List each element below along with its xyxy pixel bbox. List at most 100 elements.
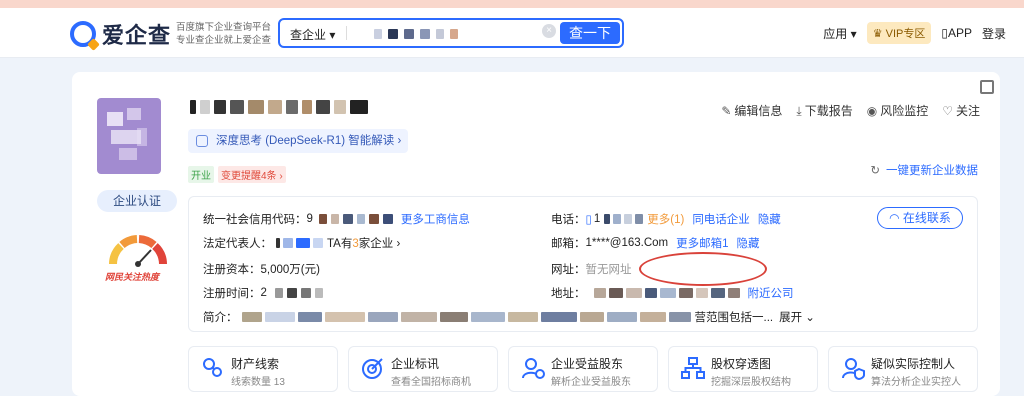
refresh-data-button[interactable]: ↻ 一键更新企业数据 <box>870 162 978 178</box>
reg-date-redacted <box>274 288 323 298</box>
company-card: 企业认证 网民关注热度 深度思考 (DeepSeek-R1) 智能解读 › 开业… <box>72 72 1000 396</box>
follow-button[interactable]: ♡ 关注 <box>942 102 980 119</box>
headset-icon: ◠ <box>889 211 900 225</box>
apps-menu[interactable]: 应用 ▾ <box>823 25 856 42</box>
legal-rep-prefix: TA有 <box>327 238 353 250</box>
monitor-label: 风险监控 <box>880 104 929 118</box>
phone-redacted <box>604 214 644 224</box>
feature-beneficial-owners[interactable]: 企业受益股东 解析企业受益股东 <box>508 346 658 392</box>
download-report-button[interactable]: ⤓ 下载报告 <box>796 102 852 119</box>
feature-title: 股权穿透图 <box>711 357 772 371</box>
enterprise-auth-button[interactable]: 企业认证 <box>97 190 177 212</box>
chevron-right-icon: › <box>396 238 401 250</box>
follow-label: 关注 <box>955 104 980 118</box>
header-right: 应用 ▾ ♛ VIP专区 ▯APP 登录 <box>823 22 1006 44</box>
search-divider <box>346 26 347 40</box>
company-logo <box>97 98 161 174</box>
apps-label: 应用 <box>823 26 848 41</box>
property-clue-icon <box>203 358 222 377</box>
phone-more-link[interactable]: 更多(1) <box>647 211 684 227</box>
feature-subtitle: 算法分析企业实控人 <box>871 377 961 388</box>
capital-label: 注册资本： <box>203 264 261 276</box>
expand-button[interactable]: 展开 ⌄ <box>779 309 815 325</box>
feature-subtitle: 查看全国招标商机 <box>391 377 471 388</box>
feature-subtitle: 解析企业受益股东 <box>551 377 631 388</box>
header: 爱企查 百度旗下企业查询平台 专业查企业就上爱企查 查企业 ▾ × 查一下 应用… <box>0 8 1024 58</box>
feature-equity-penetration[interactable]: 股权穿透图 挖掘深层股权结构 <box>668 346 818 392</box>
email-value: 1****@163.Com <box>585 237 669 249</box>
reg-date-value: 2 <box>260 287 267 299</box>
deepseek-label: 深度思考 (DeepSeek-R1) 智能解读 <box>216 135 395 147</box>
org-chart-icon <box>681 357 705 379</box>
qrcode-icon[interactable] <box>980 80 994 94</box>
user-icon <box>522 358 545 379</box>
slogan-line-2: 专业查企业就上爱企查 <box>176 35 272 46</box>
deepseek-analysis-link[interactable]: 深度思考 (DeepSeek-R1) 智能解读 › <box>188 129 408 153</box>
reg-date-label: 注册时间： <box>203 288 261 300</box>
nearby-companies-link[interactable]: 附近公司 <box>748 285 794 301</box>
website-row: 网址： 暂无网址 <box>551 261 632 277</box>
legal-rep-redacted <box>276 238 323 248</box>
phone-icon: ▯ <box>941 26 948 40</box>
same-phone-companies-link[interactable]: 同电话企业 <box>692 211 750 227</box>
feature-subtitle: 挖掘深层股权结构 <box>711 377 791 388</box>
search-type-select[interactable]: 查企业 ▾ <box>290 26 335 43</box>
email-label: 邮箱： <box>551 238 586 250</box>
shield-user-icon <box>842 358 865 380</box>
app-label: APP <box>947 26 972 40</box>
search-type-label: 查企业 <box>290 28 327 42</box>
vip-button[interactable]: ♛ VIP专区 <box>866 22 932 44</box>
reg-date-row: 注册时间： 2 <box>203 285 323 301</box>
credit-code-row: 统一社会信用代码： 9 更多工商信息 <box>203 211 470 227</box>
phone-label: 电话： <box>551 214 586 226</box>
intro-row: 简介： 营范围包括一... 展开 ⌄ <box>203 309 815 325</box>
feature-actual-controller[interactable]: 疑似实际控制人 算法分析企业实控人 <box>828 346 978 392</box>
slogan-line-1: 百度旗下企业查询平台 <box>176 22 272 33</box>
edit-icon: ✎ <box>721 104 732 118</box>
feature-subtitle: 线索数量 13 <box>231 377 285 388</box>
intro-redacted <box>241 312 691 322</box>
chevron-down-icon: ⌄ <box>805 312 815 324</box>
change-reminder-label: 变更提醒4条 <box>221 171 277 182</box>
clear-icon[interactable]: × <box>542 24 556 38</box>
chevron-down-icon: ▾ <box>329 28 336 42</box>
risk-monitor-button[interactable]: ◉ 风险监控 <box>867 102 929 119</box>
email-row: 邮箱： 1****@163.Com 更多邮箱1 隐藏 <box>551 235 760 251</box>
address-row: 地址： 附近公司 <box>551 285 794 301</box>
legal-rep-summary[interactable]: TA有3家企业 › <box>327 235 400 251</box>
heart-icon: ♡ <box>942 104 953 118</box>
credit-code-label: 统一社会信用代码： <box>203 214 307 226</box>
search-button[interactable]: 查一下 <box>560 22 620 44</box>
more-email-link[interactable]: 更多邮箱1 <box>676 235 728 251</box>
phone-hide-link[interactable]: 隐藏 <box>758 211 781 227</box>
expand-label: 展开 <box>779 312 803 324</box>
chevron-right-icon: › <box>279 171 283 182</box>
online-contact-button[interactable]: ◠ 在线联系 <box>877 207 963 229</box>
status-badge: 开业 <box>188 166 214 183</box>
more-business-info-link[interactable]: 更多工商信息 <box>401 211 470 227</box>
highlight-circle <box>639 252 767 286</box>
online-contact-label: 在线联系 <box>902 211 951 225</box>
vip-label: VIP专区 <box>885 28 926 40</box>
intro-tail: 营范围包括一... <box>694 312 774 324</box>
logo[interactable]: 爱企查 <box>70 18 171 50</box>
capital-value: 5,000万(元) <box>260 264 320 276</box>
app-link[interactable]: ▯APP <box>941 26 972 40</box>
edit-info-button[interactable]: ✎ 编辑信息 <box>721 102 782 119</box>
legal-rep-suffix: 家企业 <box>358 238 394 250</box>
credit-code-value: 9 <box>306 213 313 225</box>
address-redacted <box>593 288 740 298</box>
feature-property-leads[interactable]: 财产线索 线索数量 13 <box>188 346 338 392</box>
email-hide-link[interactable]: 隐藏 <box>737 235 760 251</box>
change-reminder-badge[interactable]: 变更提醒4条 › <box>218 166 286 183</box>
login-link[interactable]: 登录 <box>982 25 1006 42</box>
intro-label: 简介： <box>203 312 238 324</box>
feature-bidding[interactable]: 企业标讯 查看全国招标商机 <box>348 346 498 392</box>
company-name-redacted <box>190 100 368 114</box>
crown-icon: ♛ <box>872 28 883 40</box>
slogan: 百度旗下企业查询平台 专业查企业就上爱企查 <box>176 21 271 47</box>
website-label: 网址： <box>551 264 586 276</box>
search-box: 查企业 ▾ × 查一下 <box>278 18 624 48</box>
actions-bar: ✎ 编辑信息 ⤓ 下载报告 ◉ 风险监控 ♡ 关注 <box>721 102 980 119</box>
legal-rep-row: 法定代表人： TA有3家企业 › <box>203 235 400 251</box>
